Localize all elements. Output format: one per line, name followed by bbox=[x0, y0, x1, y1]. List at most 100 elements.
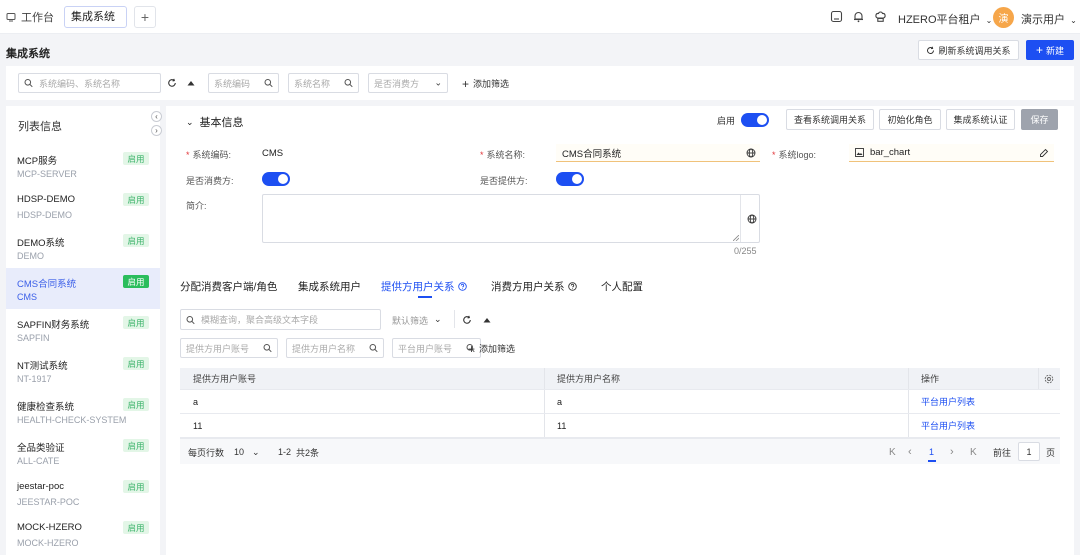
last-page-icon[interactable]: K bbox=[970, 439, 977, 465]
status-badge: 启用 bbox=[123, 480, 149, 493]
list-item-code: MCP-SERVER bbox=[17, 169, 77, 179]
list-item-code: SAPFIN bbox=[17, 333, 50, 343]
page-size-select[interactable]: 10 ⌄ bbox=[234, 439, 260, 465]
collapse-left-icon[interactable]: ‹ bbox=[151, 111, 162, 122]
list-item[interactable]: MOCK-HZERO MOCK-HZERO 启用 bbox=[6, 514, 160, 555]
column-divider bbox=[1038, 368, 1039, 389]
monitor-icon bbox=[6, 13, 16, 22]
enable-toggle[interactable] bbox=[741, 113, 769, 127]
view-relations-button[interactable]: 查看系统调用关系 bbox=[786, 109, 874, 130]
refresh-relations-button[interactable]: 刷新系统调用关系 bbox=[918, 40, 1019, 60]
provider-name-input[interactable]: 提供方用户名称 bbox=[286, 338, 384, 358]
goto-page-input[interactable]: 1 bbox=[1018, 442, 1040, 461]
settings-icon[interactable] bbox=[1044, 374, 1054, 384]
pagination: 每页行数 10 ⌄ 1-2 共2条 K ‹ 1 › K 前往 1 页 bbox=[180, 438, 1060, 464]
system-auth-button[interactable]: 集成系统认证 bbox=[946, 109, 1015, 130]
prev-page-icon[interactable]: ‹ bbox=[908, 439, 912, 465]
system-name-input[interactable]: 系统名称 bbox=[288, 73, 359, 93]
provider-name-cell: 11 bbox=[557, 420, 567, 431]
user-menu[interactable]: 演示用户 ⌄ bbox=[1021, 11, 1077, 27]
provider-name-placeholder: 提供方用户名称 bbox=[292, 343, 356, 354]
is-provider-toggle[interactable] bbox=[556, 172, 584, 186]
fuzzy-search-input[interactable]: 模糊查询，聚合高级文本字段 bbox=[180, 309, 381, 330]
list-item-name: DEMO系统 bbox=[17, 238, 65, 249]
list-item[interactable]: HDSP-DEMO HDSP-DEMO 启用 bbox=[6, 186, 160, 227]
collapse-up-icon[interactable] bbox=[187, 80, 195, 86]
is-consumer-select[interactable]: 是否消费方 ⌄ bbox=[368, 73, 448, 93]
intro-label: 简介: bbox=[186, 201, 207, 211]
add-filter-label: 添加筛选 bbox=[473, 79, 510, 89]
system-logo-label-text: 系统logo: bbox=[778, 150, 817, 160]
globe-icon[interactable] bbox=[747, 214, 757, 224]
status-badge: 启用 bbox=[123, 439, 149, 452]
status-badge: 启用 bbox=[123, 316, 149, 329]
search-icon bbox=[264, 79, 273, 88]
globe-icon[interactable] bbox=[746, 148, 756, 158]
tab-consumer-client-roles[interactable]: 分配消费客户端/角色 bbox=[180, 279, 277, 294]
system-name-field[interactable]: CMS合同系统 bbox=[556, 144, 760, 162]
tenant-name: HZERO平台租户 bbox=[898, 14, 981, 26]
tab-workbench[interactable]: 工作台 bbox=[6, 8, 54, 26]
refresh-icon[interactable] bbox=[462, 315, 472, 325]
system-name-label-text: 系统名称: bbox=[486, 150, 526, 160]
list-item[interactable]: SAPFIN财务系统 SAPFIN 启用 bbox=[6, 309, 160, 350]
platform-user-list-link[interactable]: 平台用户列表 bbox=[908, 414, 1038, 437]
system-search-input[interactable]: 系统编码、系统名称 bbox=[18, 73, 161, 93]
default-filter-select[interactable]: 默认筛选 ⌄ bbox=[392, 314, 442, 327]
list-item-name: 健康检查系统 bbox=[17, 402, 75, 413]
system-code-input[interactable]: 系统编码 bbox=[208, 73, 279, 93]
is-consumer-toggle[interactable] bbox=[262, 172, 290, 186]
divider bbox=[454, 310, 455, 328]
tab-provider-user-relations[interactable]: 提供方用户关系 bbox=[381, 279, 467, 294]
search-icon bbox=[263, 344, 272, 353]
refresh-icon[interactable] bbox=[167, 78, 177, 88]
new-button[interactable]: + 新建 bbox=[1026, 40, 1074, 60]
section-basic-info[interactable]: ⌄ 基本信息 bbox=[186, 114, 244, 130]
list-item-code: CMS bbox=[17, 292, 37, 302]
init-roles-button[interactable]: 初始化角色 bbox=[879, 109, 941, 130]
column-header: 提供方用户名称 bbox=[557, 374, 621, 384]
chevron-down-icon: ⌄ bbox=[434, 314, 442, 324]
system-logo-field[interactable]: bar_chart bbox=[849, 144, 1054, 162]
goto-label: 前往 bbox=[993, 447, 1012, 458]
list-item[interactable]: 全品类验证 ALL-CATE 启用 bbox=[6, 432, 160, 473]
system-code-value: CMS bbox=[262, 148, 284, 159]
first-page-icon[interactable]: K bbox=[889, 439, 896, 465]
tab-personal-config[interactable]: 个人配置 bbox=[601, 279, 643, 294]
status-badge: 启用 bbox=[123, 152, 149, 165]
list-item[interactable]: 健康检查系统 HEALTH-CHECK-SYSTEM 启用 bbox=[6, 391, 160, 432]
page-unit: 页 bbox=[1046, 447, 1056, 458]
platform-user-list-link[interactable]: 平台用户列表 bbox=[908, 390, 1038, 413]
tab-workbench-label: 工作台 bbox=[21, 12, 54, 24]
plus-icon: + bbox=[462, 76, 470, 91]
save-button[interactable]: 保存 bbox=[1021, 109, 1058, 130]
list-title: 列表信息 bbox=[18, 121, 62, 133]
home-icon[interactable] bbox=[830, 10, 843, 23]
avatar[interactable]: 演 bbox=[993, 7, 1014, 28]
tab-system-users[interactable]: 集成系统用户 bbox=[298, 279, 361, 294]
resize-handle-icon[interactable] bbox=[733, 235, 739, 241]
add-tab-button[interactable]: + bbox=[134, 6, 156, 28]
list-item-selected[interactable]: CMS合同系统 CMS 启用 bbox=[6, 268, 160, 309]
chef-hat-icon[interactable] bbox=[874, 10, 887, 23]
expand-right-icon[interactable]: › bbox=[151, 125, 162, 136]
add-filter-button[interactable]: + 添加筛选 bbox=[462, 77, 509, 90]
tab-consumer-user-relations[interactable]: 消费方用户关系 bbox=[491, 279, 577, 294]
bell-icon[interactable] bbox=[852, 10, 865, 23]
provider-account-input[interactable]: 提供方用户账号 bbox=[180, 338, 278, 358]
list-item[interactable]: NT测试系统 NT-1917 启用 bbox=[6, 350, 160, 391]
list-item[interactable]: DEMO系统 DEMO 启用 bbox=[6, 227, 160, 268]
list-item[interactable]: jeestar-poc JEESTAR-POC 启用 bbox=[6, 473, 160, 514]
list-item[interactable]: MCP服务 MCP-SERVER 启用 bbox=[6, 145, 160, 186]
list-item-name: HDSP-DEMO bbox=[17, 194, 76, 205]
intro-textarea[interactable] bbox=[262, 194, 760, 243]
collapse-up-icon[interactable] bbox=[483, 317, 491, 323]
list-item-name: MCP服务 bbox=[17, 156, 58, 167]
plus-icon: + bbox=[1035, 43, 1043, 57]
tenant-switcher[interactable]: HZERO平台租户 ⌄ bbox=[898, 11, 992, 27]
add-filter-button[interactable]: + 添加筛选 bbox=[468, 342, 515, 355]
edit-icon[interactable] bbox=[1039, 148, 1049, 158]
next-page-icon[interactable]: › bbox=[950, 439, 954, 465]
tab-integration-system[interactable]: 集成系统 bbox=[64, 6, 127, 28]
chevron-down-icon: ⌄ bbox=[252, 446, 260, 457]
